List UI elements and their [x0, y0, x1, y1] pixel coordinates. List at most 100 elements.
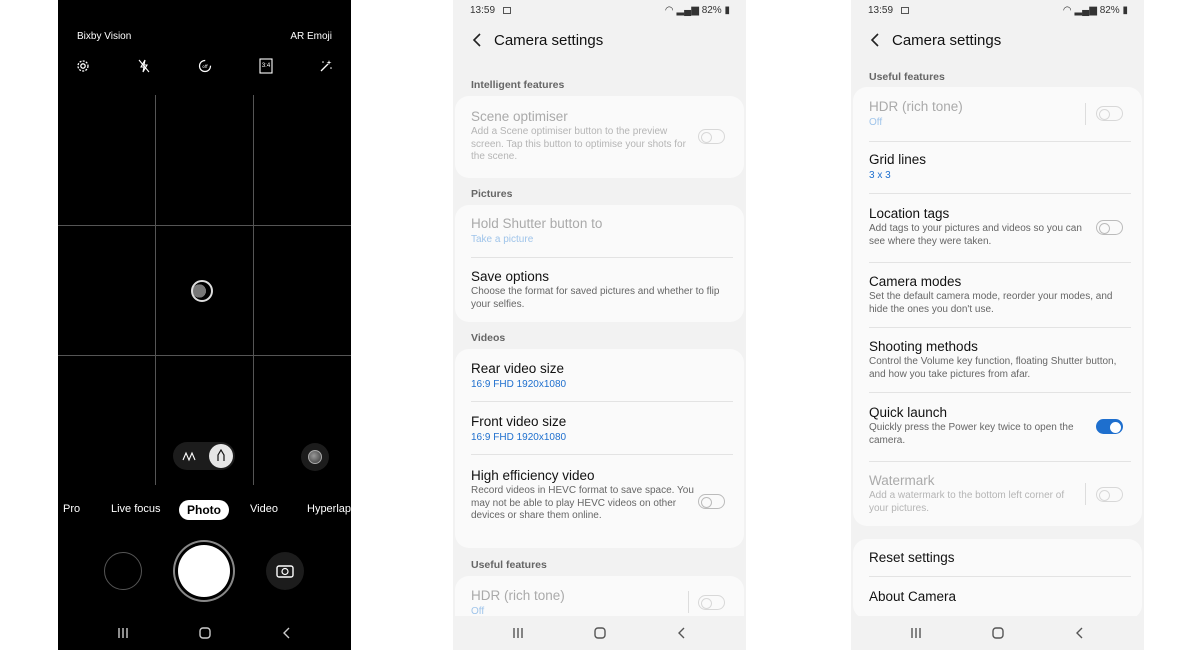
setting-value: 16:9 FHD 1920x1080 [471, 379, 567, 390]
hdr-toggle[interactable] [698, 595, 725, 610]
divider [471, 401, 733, 402]
setting-desc: Add a Scene optimiser button to the prev… [471, 126, 686, 162]
setting-title: About Camera [869, 589, 957, 604]
setting-camera-modes[interactable]: Camera modes Set the default camera mode… [869, 274, 1131, 316]
divider [869, 141, 1131, 142]
setting-watermark[interactable]: Watermark Add a watermark to the bottom … [869, 473, 1084, 515]
recent-apps-icon[interactable] [508, 624, 528, 642]
signal-icon: ▂▄▆ [1074, 5, 1097, 16]
scene-optimiser-toggle[interactable] [698, 129, 725, 144]
mode-hyperlapse[interactable]: Hyperlapse [307, 503, 351, 515]
camera-settings-screen: 13:59 ◠ ▂▄▆ 82% ▮ Camera settings Useful… [851, 0, 1144, 650]
setting-title: High efficiency video [471, 468, 595, 483]
setting-title: Hold Shutter button to [471, 216, 603, 231]
divider [471, 454, 733, 455]
status-right: ◠ ▂▄▆ 82% ▮ [1063, 5, 1128, 16]
card-useful: HDR (rich tone) Off Grid lines 3 x 3 Loc… [853, 87, 1142, 526]
mode-live-focus[interactable]: Live focus [111, 503, 161, 515]
app-header: Camera settings [453, 30, 746, 52]
card-videos: Rear video size 16:9 FHD 1920x1080 Front… [455, 349, 744, 548]
status-right: ◠ ▂▄▆ 82% ▮ [665, 5, 730, 16]
filter-icon [308, 450, 322, 464]
setting-title: Shooting methods [869, 339, 978, 354]
setting-hdr[interactable]: HDR (rich tone) Off [471, 588, 733, 617]
section-pictures: Pictures [471, 188, 513, 200]
beauty-filter-button[interactable] [301, 443, 329, 471]
navigation-bar [851, 616, 1144, 650]
gallery-thumbnail[interactable] [104, 552, 142, 590]
back-icon[interactable] [1070, 624, 1090, 642]
setting-title: Front video size [471, 414, 567, 429]
recent-apps-icon[interactable] [113, 624, 133, 642]
back-icon[interactable] [277, 624, 297, 642]
hdr-toggle[interactable] [1096, 106, 1123, 121]
reset-settings-item[interactable]: Reset settings [869, 550, 1131, 565]
mode-video[interactable]: Video [250, 503, 278, 515]
setting-hold-shutter[interactable]: Hold Shutter button to Take a picture [471, 216, 733, 245]
setting-desc: Control the Volume key function, floatin… [869, 356, 1117, 380]
mode-pro[interactable]: Pro [63, 503, 80, 515]
back-icon[interactable] [672, 624, 692, 642]
setting-value: 16:9 FHD 1920x1080 [471, 432, 567, 443]
setting-location-tags[interactable]: Location tags Add tags to your pictures … [869, 206, 1094, 248]
status-time: 13:59 [470, 5, 496, 16]
setting-quick-launch[interactable]: Quick launch Quickly press the Power key… [869, 405, 1094, 447]
setting-desc: Record videos in HEVC format to save spa… [471, 485, 694, 521]
recent-apps-icon[interactable] [906, 624, 926, 642]
settings-icon[interactable] [73, 56, 93, 76]
divider [869, 576, 1131, 577]
setting-front-video-size[interactable]: Front video size 16:9 FHD 1920x1080 [471, 414, 733, 443]
setting-desc: Choose the format for saved pictures and… [471, 286, 720, 310]
back-arrow-icon[interactable] [471, 32, 485, 48]
mode-selector: Pro Live focus Photo Video Hyperlapse [58, 500, 351, 522]
aspect-ratio-icon[interactable]: 3:4 [256, 56, 276, 76]
effects-icon[interactable] [316, 56, 336, 76]
setting-high-efficiency-video[interactable]: High efficiency video Record videos in H… [471, 468, 701, 523]
setting-scene-optimiser[interactable]: Scene optimiser Add a Scene optimiser bu… [471, 109, 701, 164]
status-bar: 13:59 ◠ ▂▄▆ 82% ▮ [851, 5, 1144, 19]
setting-title: Grid lines [869, 152, 927, 167]
back-arrow-icon[interactable] [869, 32, 883, 48]
shutter-button[interactable] [178, 545, 230, 597]
home-icon[interactable] [590, 624, 610, 642]
timer-off-icon[interactable]: off [195, 56, 215, 76]
wide-angle-icon[interactable] [179, 446, 199, 466]
setting-hdr[interactable]: HDR (rich tone) Off [869, 99, 1131, 128]
setting-shooting-methods[interactable]: Shooting methods Control the Volume key … [869, 339, 1131, 381]
separator [688, 591, 689, 613]
divider [869, 327, 1131, 328]
camera-settings-screen: 13:59 ◠ ▂▄▆ 82% ▮ Camera settings Intell… [453, 0, 746, 650]
about-camera-item[interactable]: About Camera [869, 589, 1131, 604]
signal-icon: ▂▄▆ [676, 5, 699, 16]
lens-toggle[interactable] [173, 442, 235, 470]
bixby-vision-button[interactable]: Bixby Vision [77, 31, 131, 42]
hevc-toggle[interactable] [698, 494, 725, 509]
setting-grid-lines[interactable]: Grid lines 3 x 3 [869, 152, 1131, 181]
setting-value: 3 x 3 [869, 170, 891, 181]
divider [869, 461, 1131, 462]
battery-level: 82% [701, 5, 722, 16]
grid-line [155, 95, 156, 485]
grid-line [58, 355, 351, 356]
quick-launch-toggle[interactable] [1096, 419, 1123, 434]
separator [1085, 103, 1086, 125]
card-other: Reset settings About Camera [853, 539, 1142, 619]
mode-photo[interactable]: Photo [179, 500, 229, 520]
setting-rear-video-size[interactable]: Rear video size 16:9 FHD 1920x1080 [471, 361, 733, 390]
location-tags-toggle[interactable] [1096, 220, 1123, 235]
switch-camera-button[interactable] [266, 552, 304, 590]
home-icon[interactable] [195, 624, 215, 642]
home-icon[interactable] [988, 624, 1008, 642]
normal-lens-icon[interactable] [209, 444, 233, 468]
focus-indicator-icon [191, 280, 213, 302]
setting-title: Reset settings [869, 550, 955, 565]
setting-value: Take a picture [471, 234, 534, 245]
ar-emoji-button[interactable]: AR Emoji [290, 31, 332, 42]
section-useful-features: Useful features [471, 559, 547, 571]
setting-save-options[interactable]: Save options Choose the format for saved… [471, 269, 733, 311]
flash-off-icon[interactable] [134, 56, 154, 76]
battery-icon: ▮ [724, 5, 730, 16]
switch-camera-icon [276, 565, 294, 578]
setting-title: Save options [471, 269, 550, 284]
watermark-toggle[interactable] [1096, 487, 1123, 502]
